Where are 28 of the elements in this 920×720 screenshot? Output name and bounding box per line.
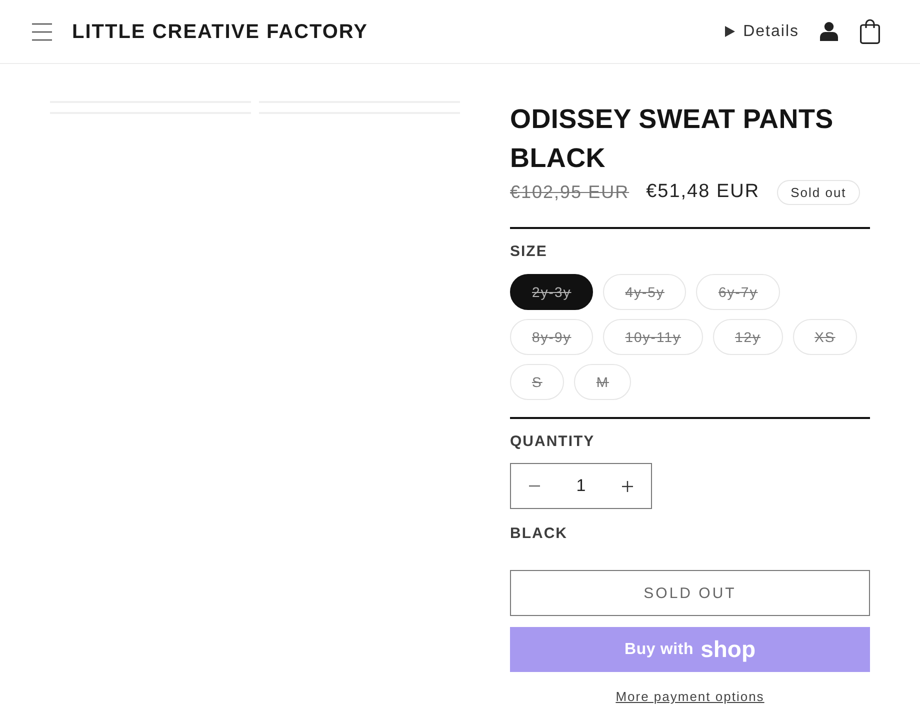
size-option[interactable]: 8y-9y [510,319,594,355]
size-option[interactable]: 4y-5y [603,274,686,310]
store-logo[interactable]: LITTLE CREATIVE FACTORY [72,22,368,42]
size-option[interactable]: 2y-3y [510,274,594,310]
size-option[interactable]: M [574,364,632,400]
quantity-stepper[interactable]: 1 [510,463,652,509]
color-label: BLACK [510,525,568,543]
size-option[interactable]: 6y-7y [696,274,780,310]
quantity-label: QUANTITY [510,433,595,451]
user-icon[interactable] [820,22,838,41]
sold-out-badge: Sold out [776,180,860,204]
size-option[interactable]: 10y-11y [603,319,704,355]
shopping-bag-icon[interactable] [860,19,880,44]
size-option[interactable]: 12y [713,319,783,355]
details-toggle[interactable]: Details [725,22,799,40]
product-title: ODISSEY SWEAT PANTS BLACK [510,103,834,175]
regular-price: €102,95 EUR [510,182,630,202]
triangle-icon [725,26,736,37]
buy-with-shop-button[interactable]: Buy with shop [510,627,870,672]
minus-icon [529,485,540,487]
size-label: SIZE [510,243,548,261]
sale-price: €51,48 EUR [646,181,760,203]
plus-icon [622,480,633,492]
more-payment-options-link[interactable]: More payment options [616,689,764,705]
size-option[interactable]: S [510,364,564,400]
size-option[interactable]: XS [792,319,858,355]
menu-icon[interactable] [32,22,52,40]
quantity-input[interactable]: 1 [558,464,604,508]
